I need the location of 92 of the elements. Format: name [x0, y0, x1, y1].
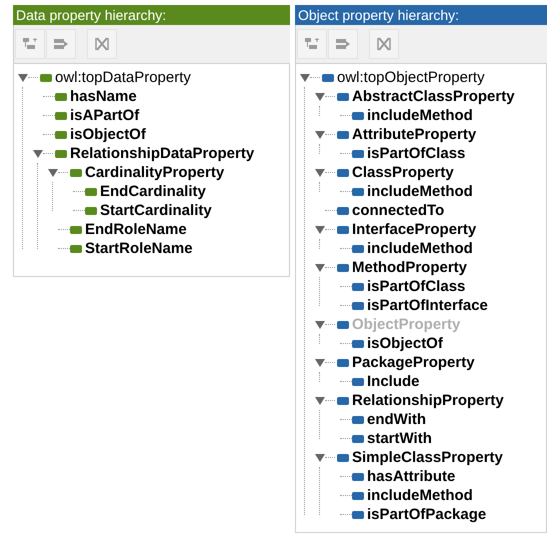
property-icon: [337, 206, 349, 214]
property-icon: [352, 492, 364, 500]
property-icon: [352, 340, 364, 348]
tree-item-label[interactable]: hasName: [70, 87, 137, 106]
property-icon: [352, 282, 364, 290]
expanded-triangle-icon[interactable]: [315, 396, 325, 406]
toolbar-button[interactable]: [328, 29, 358, 59]
tree-item-label[interactable]: isAPartOf: [70, 106, 140, 125]
tree-item-label[interactable]: includeMethod: [367, 486, 473, 505]
expanded-triangle-icon[interactable]: [300, 72, 310, 82]
property-icon: [352, 112, 364, 120]
tree-item-label[interactable]: Include: [367, 372, 420, 391]
expanded-triangle-icon[interactable]: [18, 72, 28, 82]
tree-item-label[interactable]: AttributeProperty: [352, 125, 476, 144]
tree-item-label[interactable]: isPartOfClass: [367, 277, 466, 296]
tree-item-label[interactable]: PackageProperty: [352, 353, 475, 372]
property-icon: [352, 188, 364, 196]
property-icon: [70, 244, 82, 252]
property-icon: [352, 472, 364, 480]
tree-item-label[interactable]: MethodProperty: [352, 258, 468, 277]
property-icon: [337, 454, 349, 462]
expanded-triangle-icon[interactable]: [315, 262, 325, 272]
tree-item-label[interactable]: StartRoleName: [85, 239, 193, 258]
property-icon: [337, 130, 349, 138]
tree-item-label[interactable]: EndRoleName: [85, 220, 187, 239]
cross-icon: [377, 37, 391, 51]
toolbar-button[interactable]: [87, 29, 117, 59]
property-icon: [85, 206, 97, 214]
expanded-triangle-icon[interactable]: [315, 92, 325, 102]
tree-item-label[interactable]: CardinalityProperty: [85, 163, 224, 182]
tree-item-label[interactable]: owl:topDataProperty: [55, 68, 191, 87]
tree-item-label[interactable]: includeMethod: [367, 239, 473, 258]
tree-item-label[interactable]: hasAttribute: [367, 467, 456, 486]
tree-item-label[interactable]: endWith: [367, 410, 426, 429]
property-icon: [352, 378, 364, 386]
tree-item-label[interactable]: isPartOfClass: [367, 144, 466, 163]
property-icon: [337, 92, 349, 100]
property-icon: [70, 168, 82, 176]
property-icon: [55, 130, 67, 138]
tree-item-label[interactable]: ClassProperty: [352, 163, 454, 182]
property-icon: [40, 74, 52, 82]
tree-item-label[interactable]: InterfaceProperty: [352, 220, 476, 239]
property-icon: [337, 168, 349, 176]
expanded-triangle-icon[interactable]: [48, 168, 58, 178]
property-icon: [352, 302, 364, 310]
expanded-triangle-icon[interactable]: [33, 148, 43, 158]
property-icon: [322, 74, 334, 82]
property-icon: [352, 510, 364, 518]
expanded-triangle-icon[interactable]: [315, 452, 325, 462]
expanded-triangle-icon[interactable]: [315, 130, 325, 140]
property-icon: [85, 188, 97, 196]
tree-item-label[interactable]: owl:topObjectProperty: [337, 68, 485, 87]
expanded-triangle-icon[interactable]: [315, 358, 325, 368]
property-icon: [70, 226, 82, 234]
cross-icon: [95, 37, 109, 51]
toolbar-button[interactable]: [297, 29, 327, 59]
property-icon: [337, 264, 349, 272]
tree-item-label[interactable]: RelationshipDataProperty: [70, 144, 254, 163]
property-icon: [352, 244, 364, 252]
expanded-triangle-icon[interactable]: [315, 224, 325, 234]
property-icon: [337, 358, 349, 366]
toolbar-button[interactable]: [369, 29, 399, 59]
tree-item-label[interactable]: connectedTo: [352, 201, 444, 220]
tree-item-label[interactable]: SimpleClassProperty: [352, 448, 503, 467]
toolbar-button[interactable]: [46, 29, 76, 59]
tree-item-label[interactable]: EndCardinality: [100, 182, 206, 201]
tree-item-label[interactable]: startWith: [367, 429, 432, 448]
panel-header: Object property hierarchy:: [295, 5, 547, 25]
hierarchy-add-icon: [305, 38, 319, 50]
box-arrow-icon: [336, 38, 350, 50]
tree-item-label[interactable]: isPartOfPackage: [367, 505, 486, 524]
property-icon: [352, 150, 364, 158]
expanded-triangle-icon[interactable]: [315, 168, 325, 178]
tree-item-label[interactable]: StartCardinality: [100, 201, 212, 220]
property-icon: [55, 92, 67, 100]
property-icon: [55, 112, 67, 120]
property-icon: [337, 320, 349, 328]
property-icon: [337, 226, 349, 234]
property-icon: [337, 396, 349, 404]
property-icon: [55, 150, 67, 158]
tree-item-label[interactable]: RelationshipProperty: [352, 391, 504, 410]
panel-header: Data property hierarchy:: [13, 5, 290, 25]
box-arrow-icon: [54, 38, 68, 50]
tree-item-label[interactable]: includeMethod: [367, 106, 473, 125]
tree-item-label[interactable]: isObjectOf: [70, 125, 146, 144]
hierarchy-add-icon: [23, 38, 37, 50]
tree-item-label[interactable]: AbstractClassProperty: [352, 87, 515, 106]
tree-item-label[interactable]: isPartOfInterface: [367, 296, 488, 315]
property-icon: [352, 434, 364, 442]
toolbar-button[interactable]: [15, 29, 45, 59]
tree-item-label[interactable]: includeMethod: [367, 182, 473, 201]
property-icon: [352, 416, 364, 424]
